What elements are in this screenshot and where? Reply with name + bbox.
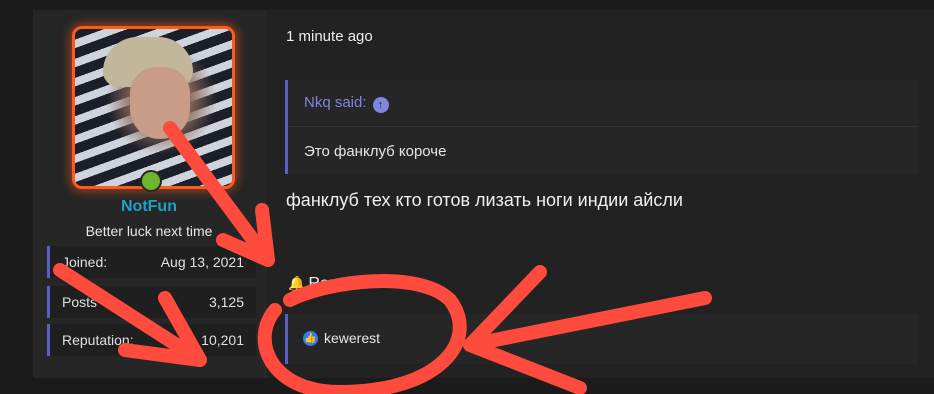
annotation-arrow-1 [163,121,275,267]
annotation-overlay [53,121,712,394]
annotation-circle [257,274,467,394]
annotation-arrow-3 [463,265,712,394]
annotation-arrow-2 [53,263,207,367]
